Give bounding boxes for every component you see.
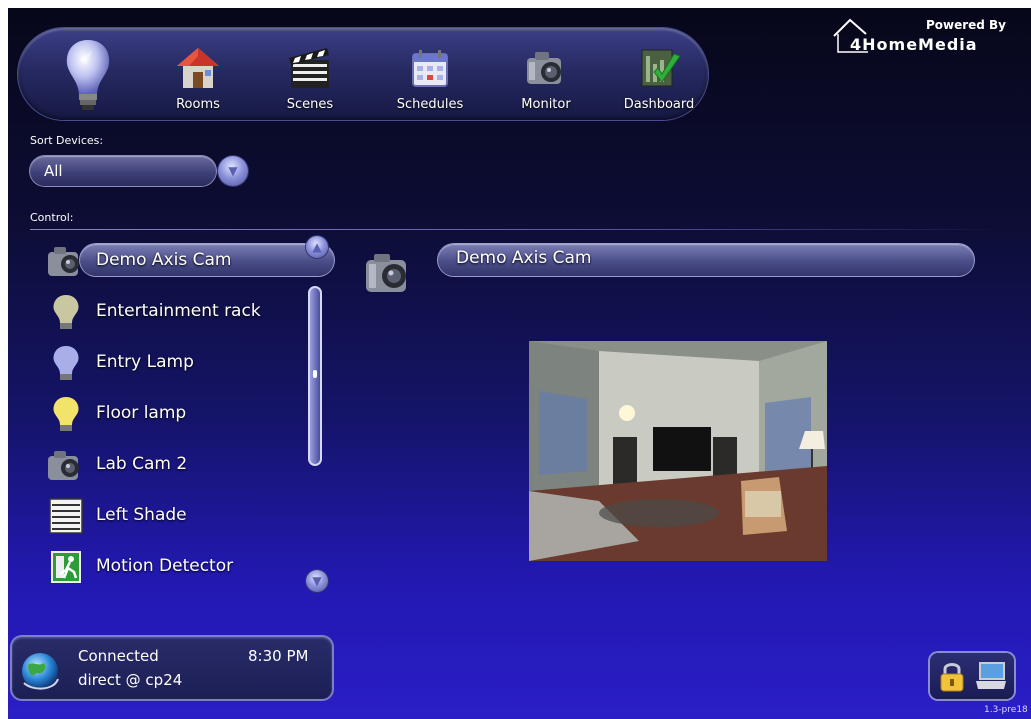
camera-icon	[366, 254, 406, 292]
device-label: Motion Detector	[96, 556, 234, 576]
sort-devices-select[interactable]: All	[30, 156, 216, 186]
app-window: Rooms Scenes Schedules Monitor Dashboard…	[8, 8, 1031, 719]
camera-icon	[48, 451, 79, 480]
lock-icon[interactable]	[936, 659, 968, 693]
device-label: Demo Axis Cam	[96, 250, 232, 270]
device-list-scrollbar[interactable]	[308, 286, 322, 466]
device-item-motion-detector[interactable]: Motion Detector	[44, 544, 304, 588]
nav-monitor[interactable]: Monitor	[501, 46, 591, 112]
lock-panel	[930, 653, 1014, 699]
camera-live-feed[interactable]	[529, 341, 827, 561]
powered-by-label: Powered By	[925, 18, 1006, 32]
arrow-up-icon: ▲	[312, 240, 322, 254]
device-item-entry-lamp[interactable]: Entry Lamp	[44, 340, 304, 384]
device-item-lab-cam-2[interactable]: Lab Cam 2	[44, 442, 304, 486]
scrollbar-thumb[interactable]	[313, 370, 317, 378]
arrow-down-icon: ▼	[312, 574, 322, 588]
device-label: Left Shade	[96, 505, 187, 525]
bulb-off-icon	[53, 295, 79, 329]
clock-time: 8:30 PM	[248, 647, 309, 665]
clapperboard-icon	[289, 48, 329, 88]
nav-schedules[interactable]: Schedules	[385, 46, 475, 112]
device-item-entertainment-rack[interactable]: Entertainment rack	[44, 289, 304, 333]
device-label: Lab Cam 2	[96, 454, 188, 474]
brand-name: 4HomeMedia	[850, 35, 978, 54]
dashboard-check-icon	[641, 49, 681, 87]
calendar-icon	[412, 50, 448, 87]
bulb-on-icon	[53, 397, 79, 431]
sort-devices-label: Sort Devices:	[30, 134, 104, 147]
laptop-icon[interactable]	[974, 661, 1008, 691]
device-label: Entertainment rack	[96, 301, 261, 321]
camera-icon	[48, 247, 79, 276]
house-icon	[177, 48, 219, 88]
brand-logo: Powered By 4HomeMedia	[832, 14, 1022, 58]
light-bulb-icon[interactable]	[58, 36, 118, 116]
sort-dropdown-button[interactable]: ▼	[218, 156, 248, 186]
device-label: Entry Lamp	[96, 352, 194, 372]
globe-icon	[22, 653, 59, 690]
section-divider	[30, 229, 1005, 230]
nav-dashboard[interactable]: Dashboard	[614, 46, 704, 112]
device-label: Floor lamp	[96, 403, 187, 423]
device-item-left-shade[interactable]: Left Shade	[44, 493, 304, 537]
bulb-blue-icon	[53, 346, 79, 380]
motion-exit-icon	[51, 551, 81, 583]
arrow-down-icon: ▼	[228, 164, 238, 178]
nav-rooms[interactable]: Rooms	[153, 46, 243, 112]
device-item-floor-lamp[interactable]: Floor lamp	[44, 391, 304, 435]
connection-status-text: Connected	[78, 647, 159, 665]
device-detail-title: Demo Axis Cam	[438, 244, 974, 276]
shade-icon	[49, 498, 83, 534]
nav-monitor-label: Monitor	[521, 97, 571, 112]
connection-status-panel: Connected 8:30 PM direct @ cp24	[12, 637, 332, 699]
nav-scenes[interactable]: Scenes	[265, 46, 355, 112]
nav-rooms-label: Rooms	[176, 97, 220, 112]
nav-dashboard-label: Dashboard	[623, 97, 695, 112]
connection-route-text: direct @ cp24	[78, 671, 183, 689]
main-nav-bar: Rooms Scenes Schedules Monitor Dashboard	[18, 28, 708, 120]
device-item-demo-axis-cam[interactable]: Demo Axis Cam	[44, 238, 334, 282]
nav-schedules-label: Schedules	[396, 97, 464, 112]
control-label: Control:	[30, 211, 74, 224]
list-scroll-down-button[interactable]: ▼	[306, 570, 328, 592]
nav-scenes-label: Scenes	[286, 97, 334, 112]
camera-icon	[527, 52, 561, 84]
version-label: 1.3-pre18	[984, 705, 1028, 715]
list-scroll-up-button[interactable]: ▲	[306, 236, 328, 258]
